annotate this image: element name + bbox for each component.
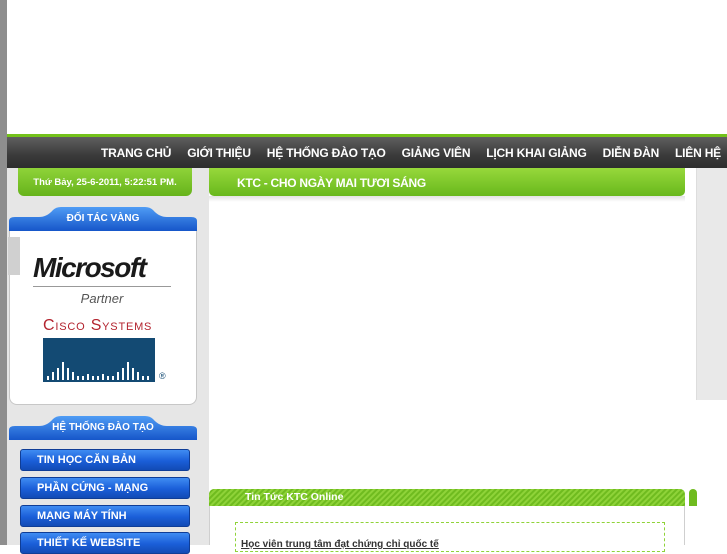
title-shadow (209, 196, 685, 202)
cisco-logo-graphic[interactable] (43, 338, 155, 382)
cisco-logo-text[interactable]: Cisco Systems (43, 317, 152, 335)
nav-item-schedule[interactable]: LỊCH KHAI GIẢNG (486, 146, 587, 160)
menu-item-basic-it[interactable]: TIN HỌC CĂN BẢN (20, 449, 190, 471)
current-date: Thứ Bảy, 25-6-2011, 5:22:51 PM. (33, 177, 177, 188)
menu-item-label: THIẾT KẾ WEBSITE (37, 537, 141, 549)
training-block-header: HỆ THỐNG ĐÀO TẠO (9, 416, 197, 440)
partners-title: ĐỐI TÁC VÀNG (66, 213, 140, 224)
training-title: HỆ THỐNG ĐÀO TẠO (52, 422, 154, 433)
microsoft-logo[interactable]: Microsoft (33, 252, 147, 284)
main-navigation: TRANG CHỦ GIỚI THIỆU HỆ THỐNG ĐÀO TẠO GI… (7, 134, 727, 168)
menu-item-computer-network[interactable]: MẠNG MÁY TÍNH (20, 505, 190, 527)
menu-item-label: TIN HỌC CĂN BẢN (37, 454, 136, 466)
nav-item-lecturers[interactable]: GIẢNG VIÊN (402, 146, 471, 160)
news-header-edge (689, 489, 697, 506)
nav-items: TRANG CHỦ GIỚI THIỆU HỆ THỐNG ĐÀO TẠO GI… (85, 137, 721, 168)
main-title: KTC - CHO NGÀY MAI TƯƠI SÁNG (237, 176, 426, 190)
left-edge-strip (0, 0, 7, 545)
nav-item-forum[interactable]: DIỄN ĐÀN (603, 146, 660, 160)
menu-item-hardware-network[interactable]: PHẦN CỨNG - MẠNG (20, 477, 190, 499)
partners-block-header: ĐỐI TÁC VÀNG (9, 207, 197, 231)
nav-item-about[interactable]: GIỚI THIỆU (187, 146, 251, 160)
menu-item-web-design[interactable]: THIẾT KẾ WEBSITE (20, 532, 190, 554)
partners-scroll-handle[interactable] (8, 237, 20, 275)
nav-item-contact[interactable]: LIÊN HỆ (675, 146, 721, 160)
nav-item-training[interactable]: HỆ THỐNG ĐÀO TẠO (267, 146, 386, 160)
menu-item-label: MẠNG MÁY TÍNH (37, 510, 127, 522)
cisco-registered-mark: ® (159, 371, 166, 381)
microsoft-logo-divider (33, 286, 171, 287)
cisco-bridge-icon (47, 362, 149, 380)
right-panel (696, 168, 727, 400)
microsoft-partner-label: Partner (80, 291, 124, 306)
header-banner (7, 0, 727, 134)
nav-item-home[interactable]: TRANG CHỦ (101, 146, 171, 160)
date-bar: Thứ Bảy, 25-6-2011, 5:22:51 PM. (18, 168, 192, 196)
news-title: Tin Tức KTC Online (245, 491, 344, 503)
news-header: Tin Tức KTC Online (209, 489, 685, 506)
menu-item-label: PHẦN CỨNG - MẠNG (37, 482, 149, 494)
main-title-bar: KTC - CHO NGÀY MAI TƯƠI SÁNG (209, 168, 685, 196)
